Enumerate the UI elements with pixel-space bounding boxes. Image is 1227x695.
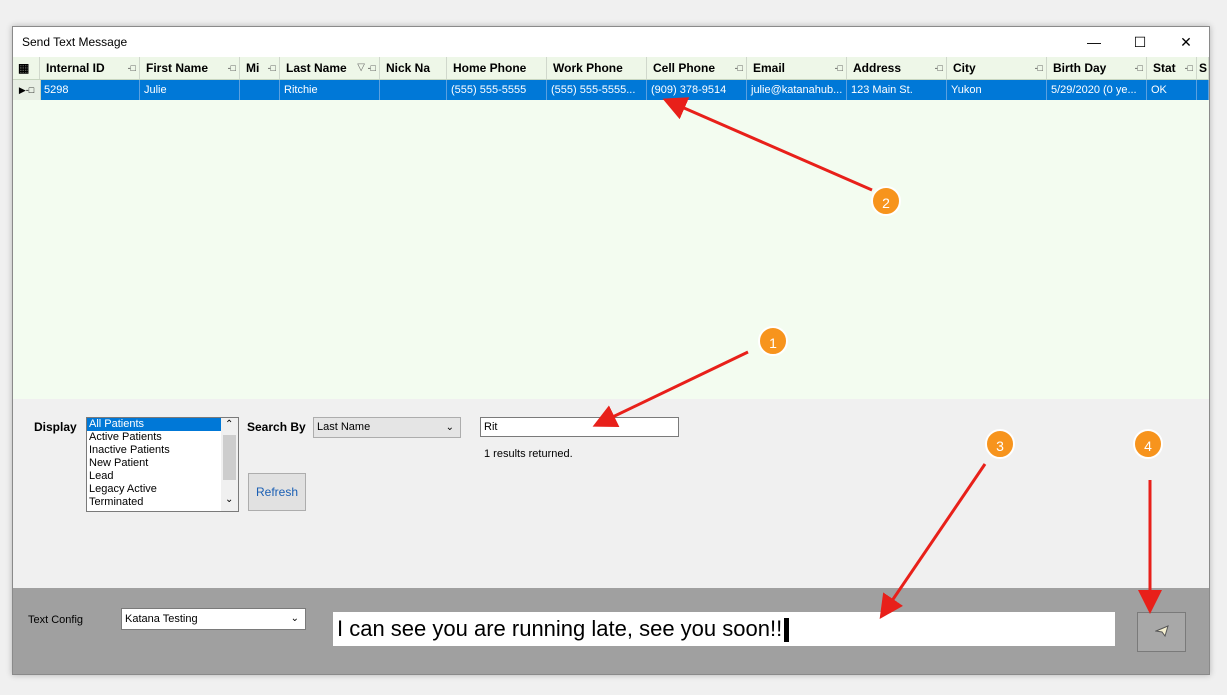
chevron-down-icon: ⌄ bbox=[445, 422, 454, 433]
cell-email[interactable]: julie@katanahub... bbox=[747, 80, 847, 100]
scroll-up-icon[interactable]: ⌃ bbox=[225, 419, 233, 430]
grid-header: ▦ Internal ID -□ First Name -□ Mi -□ Last N… bbox=[13, 57, 1209, 80]
column-s[interactable]: S bbox=[1197, 57, 1209, 79]
pin-icon[interactable]: -□ bbox=[835, 57, 843, 79]
cell-birth-day[interactable]: 5/29/2020 (0 ye... bbox=[1047, 80, 1147, 100]
refresh-button[interactable]: Refresh bbox=[248, 473, 306, 511]
pin-icon[interactable]: -□ bbox=[268, 57, 276, 79]
column-email[interactable]: Email -□ bbox=[747, 57, 847, 79]
annotation-badge-1: 1 bbox=[758, 326, 788, 356]
listbox-scrollbar[interactable]: ⌃ ⌄ bbox=[221, 418, 238, 511]
column-home-phone[interactable]: Home Phone bbox=[447, 57, 547, 79]
pin-icon[interactable]: -□ bbox=[1135, 57, 1143, 79]
cell-home-phone[interactable]: (555) 555-5555 bbox=[447, 80, 547, 100]
column-last-name[interactable]: Last Name ▽ -□ bbox=[280, 57, 380, 79]
search-by-select[interactable]: Last Name ⌄ bbox=[313, 417, 461, 438]
scroll-down-icon[interactable]: ⌄ bbox=[225, 494, 233, 505]
cell-internal-id[interactable]: 5298 bbox=[40, 80, 140, 100]
chevron-down-icon: ⌄ bbox=[290, 613, 299, 624]
list-item[interactable]: Active Patients bbox=[87, 431, 238, 444]
minimize-icon[interactable]: — bbox=[1071, 27, 1117, 57]
table-row[interactable]: ▶-□ 5298 Julie Ritchie (555) 555-5555 (5… bbox=[13, 80, 1209, 100]
results-count: 1 results returned. bbox=[484, 448, 573, 460]
paper-plane-icon bbox=[1153, 624, 1169, 640]
column-birth-day[interactable]: Birth Day -□ bbox=[1047, 57, 1147, 79]
text-config-label: Text Config bbox=[28, 614, 84, 626]
scroll-thumb[interactable] bbox=[223, 435, 236, 480]
pin-icon[interactable]: -□ bbox=[228, 57, 236, 79]
cell-last-name[interactable]: Ritchie bbox=[280, 80, 380, 100]
column-work-phone[interactable]: Work Phone bbox=[547, 57, 647, 79]
maximize-icon[interactable]: ☐ bbox=[1117, 27, 1163, 57]
pin-icon[interactable]: -□ bbox=[128, 57, 136, 79]
annotation-badge-3: 3 bbox=[985, 429, 1015, 459]
column-mi[interactable]: Mi -□ bbox=[240, 57, 280, 79]
row-indicator-icon: ▶-□ bbox=[13, 80, 41, 100]
message-input[interactable]: I can see you are running late, see you … bbox=[333, 612, 1115, 646]
search-input[interactable]: Rit bbox=[480, 417, 679, 437]
list-item[interactable]: Legacy Active bbox=[87, 483, 238, 496]
column-chooser-icon[interactable]: ▦ bbox=[13, 57, 40, 79]
column-first-name[interactable]: First Name -□ bbox=[140, 57, 240, 79]
annotation-badge-2: 2 bbox=[871, 186, 901, 216]
list-item[interactable]: All Patients bbox=[87, 418, 238, 431]
title-bar: Send Text Message — ☐ ✕ bbox=[13, 27, 1209, 57]
pin-icon[interactable]: -□ bbox=[1185, 57, 1193, 79]
compose-panel: Text Config Katana Testing ⌄ I can see y… bbox=[13, 588, 1209, 674]
column-status[interactable]: Stat -□ bbox=[1147, 57, 1197, 79]
column-nick-name[interactable]: Nick Na bbox=[380, 57, 447, 79]
cell-status[interactable]: OK bbox=[1147, 80, 1197, 100]
list-item[interactable]: Terminated bbox=[87, 496, 238, 509]
cell-s[interactable] bbox=[1197, 80, 1209, 100]
send-text-message-window: Send Text Message — ☐ ✕ ▦ Internal ID -□ … bbox=[12, 26, 1210, 675]
column-cell-phone[interactable]: Cell Phone -□ bbox=[647, 57, 747, 79]
search-by-label: Search By bbox=[247, 420, 306, 434]
text-config-value: Katana Testing bbox=[125, 613, 198, 625]
pin-icon[interactable]: -□ bbox=[735, 57, 743, 79]
column-city[interactable]: City -□ bbox=[947, 57, 1047, 79]
list-item[interactable]: Lead bbox=[87, 470, 238, 483]
display-listbox[interactable]: All Patients Active Patients Inactive Pa… bbox=[86, 417, 239, 512]
cell-nick-name[interactable] bbox=[380, 80, 447, 100]
column-internal-id[interactable]: Internal ID -□ bbox=[40, 57, 140, 79]
cell-mi[interactable] bbox=[240, 80, 280, 100]
search-by-value: Last Name bbox=[317, 421, 371, 433]
message-text: I can see you are running late, see you … bbox=[337, 616, 783, 641]
list-item[interactable]: Inactive Patients bbox=[87, 444, 238, 457]
cell-address[interactable]: 123 Main St. bbox=[847, 80, 947, 100]
display-label: Display bbox=[34, 420, 77, 434]
patient-grid[interactable]: ▦ Internal ID -□ First Name -□ Mi -□ Last N… bbox=[13, 57, 1209, 399]
sort-icon: ▽ bbox=[357, 62, 365, 73]
pin-icon[interactable]: -□ bbox=[1035, 57, 1043, 79]
cell-cell-phone[interactable]: (909) 378-9514 bbox=[647, 80, 747, 100]
list-item[interactable]: New Patient bbox=[87, 457, 238, 470]
pin-icon[interactable]: -□ bbox=[935, 57, 943, 79]
send-button[interactable] bbox=[1137, 612, 1186, 652]
cell-work-phone[interactable]: (555) 555-5555... bbox=[547, 80, 647, 100]
cell-city[interactable]: Yukon bbox=[947, 80, 1047, 100]
cell-first-name[interactable]: Julie bbox=[140, 80, 240, 100]
column-address[interactable]: Address -□ bbox=[847, 57, 947, 79]
annotation-badge-4: 4 bbox=[1133, 429, 1163, 459]
window-title: Send Text Message bbox=[22, 35, 128, 49]
close-icon[interactable]: ✕ bbox=[1163, 27, 1209, 57]
text-caret bbox=[784, 618, 790, 643]
text-config-select[interactable]: Katana Testing ⌄ bbox=[121, 608, 306, 630]
pin-icon[interactable]: -□ bbox=[368, 57, 376, 79]
